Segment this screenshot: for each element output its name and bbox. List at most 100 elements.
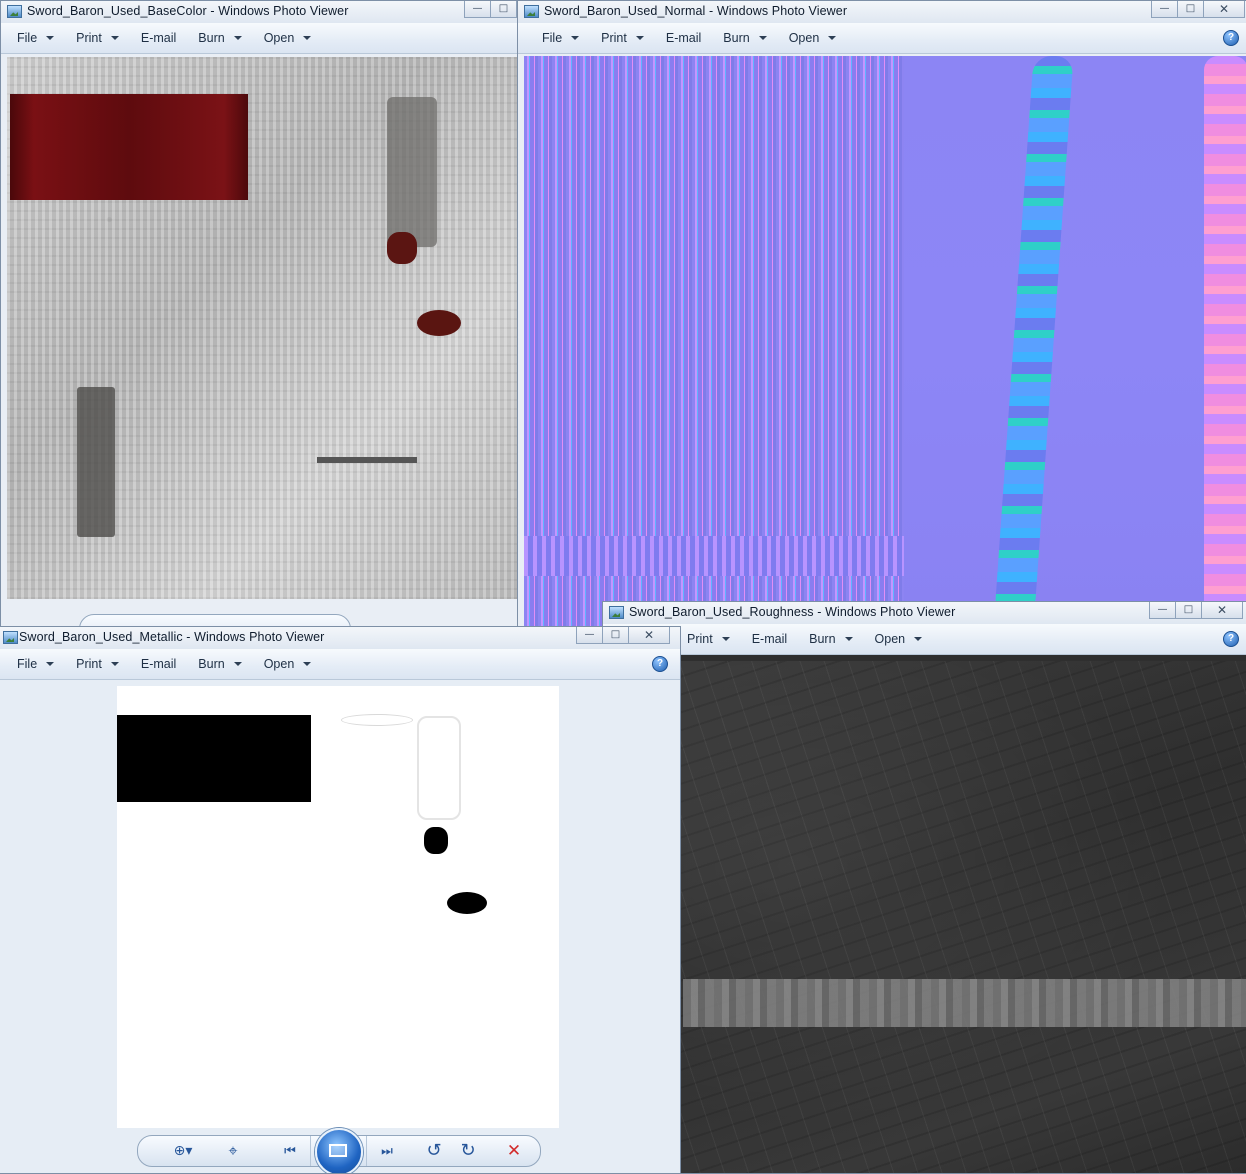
ribbon-band-2: [1204, 56, 1246, 616]
menu-print[interactable]: Print: [76, 657, 119, 671]
faint-oval: [341, 714, 413, 726]
metallic-texture-image: [117, 686, 559, 1128]
menu-print[interactable]: Print: [687, 632, 730, 646]
image-view[interactable]: [1, 54, 521, 627]
menu-file[interactable]: File: [17, 657, 55, 671]
chevron-down-icon: [914, 637, 923, 641]
window-title: Sword_Baron_Used_Roughness - Windows Pho…: [629, 605, 956, 619]
previous-icon[interactable]: ⏮: [270, 1136, 311, 1166]
flat-normal-region: [904, 56, 1246, 627]
lower-strip: [524, 536, 904, 576]
menu-burn[interactable]: Burn: [198, 31, 242, 45]
normal-texture-image: [524, 56, 1246, 627]
close-button[interactable]: ✕: [1201, 602, 1243, 619]
chevron-down-icon: [571, 36, 580, 40]
caption-buttons: — □ ✕: [1151, 1, 1245, 19]
window-normal[interactable]: Sword_Baron_Used_Normal - Windows Photo …: [517, 0, 1246, 628]
next-icon[interactable]: ⏭: [366, 1136, 407, 1166]
menu-open[interactable]: Open: [264, 31, 312, 45]
chevron-down-icon: [110, 662, 119, 666]
chevron-down-icon: [828, 36, 837, 40]
minimize-button[interactable]: —: [464, 1, 491, 18]
menu-file[interactable]: File: [542, 31, 580, 45]
image-view[interactable]: [518, 54, 1246, 627]
menu-email[interactable]: E-mail: [141, 657, 176, 671]
chevron-down-icon: [721, 637, 730, 641]
rotate-clockwise-icon[interactable]: ↻: [456, 1136, 480, 1166]
menu-open[interactable]: Open: [264, 657, 312, 671]
menu-file[interactable]: File: [17, 31, 55, 45]
command-bar: File Print E-mail Burn Open: [1, 23, 521, 54]
menu-print[interactable]: Print: [601, 31, 644, 45]
title-bar[interactable]: Sword_Baron_Used_Metallic - Windows Phot…: [0, 627, 680, 650]
title-bar[interactable]: Sword_Baron_Used_BaseColor - Windows Pho…: [1, 1, 521, 24]
menu-email[interactable]: E-mail: [141, 31, 176, 45]
faint-guard-outline: [417, 716, 461, 820]
help-icon[interactable]: ?: [1223, 631, 1239, 647]
black-gem-1: [424, 827, 448, 854]
minimize-button[interactable]: —: [576, 627, 603, 644]
delete-icon[interactable]: ✕: [502, 1136, 526, 1166]
close-button[interactable]: ✕: [1203, 1, 1245, 18]
window-roughness[interactable]: Sword_Baron_Used_Roughness - Windows Pho…: [602, 601, 1246, 1174]
chevron-down-icon: [46, 662, 55, 666]
minimize-button[interactable]: —: [1149, 602, 1176, 619]
chevron-down-icon: [635, 36, 644, 40]
photo-viewer-icon: [609, 606, 624, 619]
help-icon[interactable]: ?: [652, 656, 668, 672]
chevron-down-icon: [758, 36, 767, 40]
black-gem-2: [447, 892, 487, 914]
dark-guard-shape: [387, 97, 437, 247]
command-bar: File Print E-mail Burn Open ?: [0, 649, 680, 680]
chevron-down-icon: [233, 662, 242, 666]
red-gem-2: [417, 310, 461, 336]
black-grip-patch: [117, 715, 311, 802]
slideshow-icon[interactable]: [315, 1128, 363, 1173]
actual-size-icon[interactable]: ⌖: [220, 1136, 246, 1166]
caption-buttons: — □: [464, 1, 517, 19]
window-title: Sword_Baron_Used_Normal - Windows Photo …: [544, 4, 848, 18]
dark-stripe-vertical: [77, 387, 115, 537]
window-metallic[interactable]: Sword_Baron_Used_Metallic - Windows Phot…: [0, 626, 681, 1174]
chevron-down-icon: [844, 637, 853, 641]
menu-open[interactable]: Open: [875, 632, 923, 646]
maximize-button[interactable]: □: [1177, 1, 1204, 18]
close-button[interactable]: ✕: [628, 627, 670, 644]
caption-buttons: — □ ✕: [1149, 602, 1243, 620]
maximize-button[interactable]: □: [490, 1, 517, 18]
menu-print[interactable]: Print: [76, 31, 119, 45]
window-title: Sword_Baron_Used_BaseColor - Windows Pho…: [27, 4, 349, 18]
menu-burn[interactable]: Burn: [723, 31, 767, 45]
image-view[interactable]: ⊕▾ ⌖ ⏮ ⏭ ↺ ↻ ✕: [0, 680, 680, 1173]
menu-burn[interactable]: Burn: [198, 657, 242, 671]
menu-open[interactable]: Open: [789, 31, 837, 45]
dark-stripe-horizontal: [317, 457, 417, 463]
help-icon[interactable]: ?: [1223, 30, 1239, 46]
chevron-down-icon: [46, 36, 55, 40]
command-bar: File Print E-mail Burn Open ?: [518, 23, 1246, 54]
title-bar[interactable]: Sword_Baron_Used_Roughness - Windows Pho…: [603, 602, 1246, 625]
image-view[interactable]: [603, 655, 1246, 1173]
magnifier-zoom-icon[interactable]: ⊕▾: [164, 1136, 202, 1166]
maximize-button[interactable]: □: [602, 627, 629, 644]
minimize-button[interactable]: —: [1151, 1, 1178, 18]
red-gem-1: [387, 232, 417, 264]
chevron-down-icon: [233, 36, 242, 40]
photo-viewer-icon: [524, 5, 539, 18]
rotate-counterclockwise-icon[interactable]: ↺: [422, 1136, 446, 1166]
light-band: [683, 979, 1246, 1027]
menu-email[interactable]: E-mail: [752, 632, 787, 646]
maximize-button[interactable]: □: [1175, 602, 1202, 619]
photo-viewer-icon: [3, 631, 18, 644]
window-basecolor[interactable]: Sword_Baron_Used_BaseColor - Windows Pho…: [0, 0, 522, 628]
menu-email[interactable]: E-mail: [666, 31, 701, 45]
red-grip-patch: [10, 94, 248, 200]
menu-burn[interactable]: Burn: [809, 632, 853, 646]
command-bar: Print E-mail Burn Open ?: [603, 624, 1246, 655]
roughness-texture-image: [603, 661, 1246, 1173]
caption-buttons: — □ ✕: [576, 627, 670, 645]
chevron-down-icon: [303, 662, 312, 666]
photo-viewer-icon: [7, 5, 22, 18]
window-title: Sword_Baron_Used_Metallic - Windows Phot…: [19, 630, 325, 644]
title-bar[interactable]: Sword_Baron_Used_Normal - Windows Photo …: [518, 1, 1246, 24]
